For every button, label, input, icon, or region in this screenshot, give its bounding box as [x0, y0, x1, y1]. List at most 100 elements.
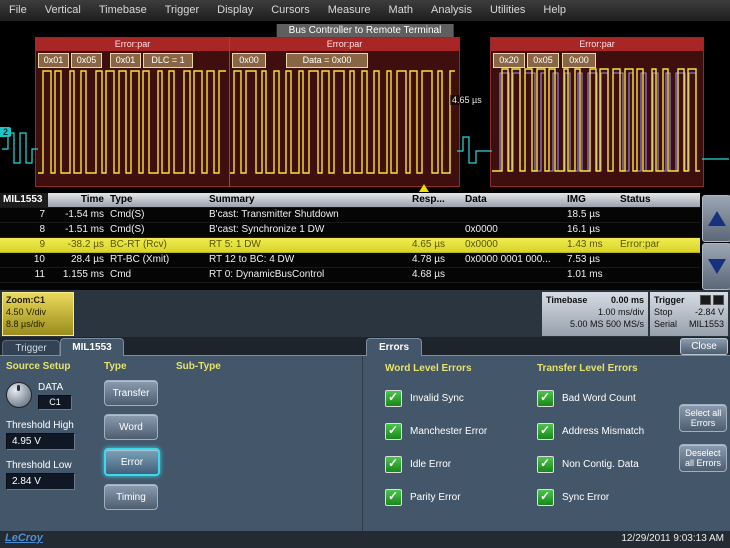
trigger-source: MIL1553 — [689, 318, 724, 330]
table-row[interactable]: 8 -1.51 ms Cmd(S) B'cast: Synchronize 1 … — [0, 223, 700, 238]
decode-field-box: 0x00 — [562, 53, 596, 68]
menu-vertical[interactable]: Vertical — [36, 0, 90, 21]
scroll-up-button[interactable] — [702, 195, 730, 242]
type-timing-button[interactable]: Timing — [104, 484, 158, 510]
cell: 7 — [0, 208, 48, 222]
cell — [617, 223, 700, 237]
close-button[interactable]: Close — [680, 338, 728, 355]
source-knob[interactable] — [6, 382, 32, 408]
menu-timebase[interactable]: Timebase — [90, 0, 156, 21]
trigger-type: Serial — [654, 318, 677, 330]
cell: -1.51 ms — [48, 223, 107, 237]
cell: 4.78 µs — [409, 253, 462, 267]
threshold-high-field[interactable]: 4.95 V — [6, 433, 75, 450]
type-transfer-button[interactable]: Transfer — [104, 380, 158, 406]
type-error-button[interactable]: Error — [104, 448, 160, 476]
col-header-resp: Resp... — [409, 193, 462, 207]
select-all-errors-button[interactable]: Select all Errors — [679, 404, 727, 432]
menu-utilities[interactable]: Utilities — [481, 0, 534, 21]
checkbox-bad-word-count[interactable]: Bad Word Count — [537, 390, 685, 407]
source-setup-heading: Source Setup — [6, 361, 96, 372]
data-label: DATA — [38, 382, 72, 393]
bus-transfer-title: Bus Controller to Remote Terminal — [277, 24, 454, 37]
checkbox-idle-error[interactable]: Idle Error — [385, 456, 533, 473]
menu-measure[interactable]: Measure — [319, 0, 380, 21]
cell: 16.1 µs — [564, 223, 617, 237]
cell: 8 — [0, 223, 48, 237]
decode-error-region: Error:par 0x01 0x05 0x01 DLC = 1 — [35, 37, 230, 187]
zoom-trace-descriptor[interactable]: Zoom:C1 4.50 V/div 8.8 µs/div — [2, 292, 74, 336]
cell: -1.54 ms — [48, 208, 107, 222]
table-row[interactable]: 10 28.4 µs RT-BC (Xmit) RT 12 to BC: 4 D… — [0, 253, 700, 268]
down-arrow-icon — [708, 259, 726, 274]
descriptor-title: Zoom:C1 — [6, 294, 70, 306]
checkbox-label: Parity Error — [410, 492, 461, 503]
checkbox-parity-error[interactable]: Parity Error — [385, 489, 533, 506]
cell — [617, 208, 700, 222]
decode-field-box: 0x01 — [110, 53, 141, 68]
cell — [409, 208, 462, 222]
timebase-offset: 0.00 ms — [611, 294, 644, 306]
timebase-summary-box[interactable]: Timebase 0.00 ms 1.00 ms/div 5.00 MS 500… — [542, 292, 648, 336]
cell: 1.155 ms — [48, 268, 107, 282]
decode-field-box: 0x05 — [71, 53, 102, 68]
checkbox-label: Bad Word Count — [562, 393, 636, 404]
table-header-row: MIL1553 Time Type Summary Resp... Data I… — [0, 193, 700, 208]
subtype-heading: Sub-Type — [176, 361, 360, 372]
dialog-tab-bar: Trigger MIL1553 Errors Close — [0, 337, 730, 355]
descriptor-vdiv: 4.50 V/div — [6, 306, 70, 318]
checked-icon — [537, 390, 554, 407]
table-row-selected[interactable]: 9 -38.2 µs BC-RT (Rcv) RT 5: 1 DW 4.65 µ… — [0, 238, 700, 253]
decode-error-region: Error:par 0x20 0x05 0x00 — [490, 37, 704, 187]
cell: RT 12 to BC: 4 DW — [206, 253, 409, 267]
cell — [462, 208, 564, 222]
word-errors-heading: Word Level Errors — [385, 363, 533, 374]
checkbox-label: Idle Error — [410, 459, 451, 470]
cell: 28.4 µs — [48, 253, 107, 267]
menu-math[interactable]: Math — [380, 0, 422, 21]
cell: B'cast: Transmitter Shutdown — [206, 208, 409, 222]
cell: Cmd — [107, 268, 206, 282]
cell: Cmd(S) — [107, 223, 206, 237]
menu-cursors[interactable]: Cursors — [262, 0, 319, 21]
checkbox-label: Non Contig. Data — [562, 459, 639, 470]
errors-pane: Word Level Errors Invalid Sync Mancheste… — [362, 356, 730, 532]
checkbox-label: Sync Error — [562, 492, 609, 503]
cell: 10 — [0, 253, 48, 267]
checkbox-sync-error[interactable]: Sync Error — [537, 489, 685, 506]
cell: 9 — [0, 238, 48, 252]
menu-help[interactable]: Help — [534, 0, 575, 21]
tab-errors[interactable]: Errors — [366, 338, 422, 356]
source-channel-field[interactable]: C1 — [38, 395, 72, 410]
scroll-down-button[interactable] — [702, 243, 730, 290]
checkbox-manchester-error[interactable]: Manchester Error — [385, 423, 533, 440]
cell: 7.53 µs — [564, 253, 617, 267]
trigger-summary-box[interactable]: Trigger Stop -2.84 V Serial MIL1553 — [650, 292, 728, 336]
menu-analysis[interactable]: Analysis — [422, 0, 481, 21]
menu-display[interactable]: Display — [208, 0, 262, 21]
source-setup-pane: Source Setup DATA C1 Threshold High 4.95… — [0, 356, 96, 532]
table-row[interactable]: 7 -1.54 ms Cmd(S) B'cast: Transmitter Sh… — [0, 208, 700, 223]
checkbox-address-mismatch[interactable]: Address Mismatch — [537, 423, 685, 440]
table-title: MIL1553 — [0, 193, 48, 207]
menu-trigger[interactable]: Trigger — [156, 0, 208, 21]
up-arrow-icon — [708, 211, 726, 226]
trigger-level: -2.84 V — [695, 306, 724, 318]
cell — [462, 268, 564, 282]
cell: B'cast: Synchronize 1 DW — [206, 223, 409, 237]
lecroy-logo: LeCroy — [5, 532, 43, 544]
tab-trigger[interactable]: Trigger — [2, 340, 60, 356]
threshold-low-field[interactable]: 2.84 V — [6, 473, 75, 490]
deselect-all-errors-button[interactable]: Deselect all Errors — [679, 444, 727, 472]
checked-icon — [537, 423, 554, 440]
table-row[interactable]: 11 1.155 ms Cmd RT 0: DynamicBusControl … — [0, 268, 700, 283]
checkbox-non-contig-data[interactable]: Non Contig. Data — [537, 456, 685, 473]
menu-file[interactable]: File — [0, 0, 36, 21]
type-word-button[interactable]: Word — [104, 414, 158, 440]
type-heading: Type — [104, 361, 166, 372]
waveform-display: Bus Controller to Remote Terminal Error:… — [0, 21, 730, 193]
tab-mil1553[interactable]: MIL1553 — [60, 338, 124, 356]
table-scrollbar — [701, 194, 730, 289]
col-header-img: IMG — [564, 193, 617, 207]
checkbox-invalid-sync[interactable]: Invalid Sync — [385, 390, 533, 407]
